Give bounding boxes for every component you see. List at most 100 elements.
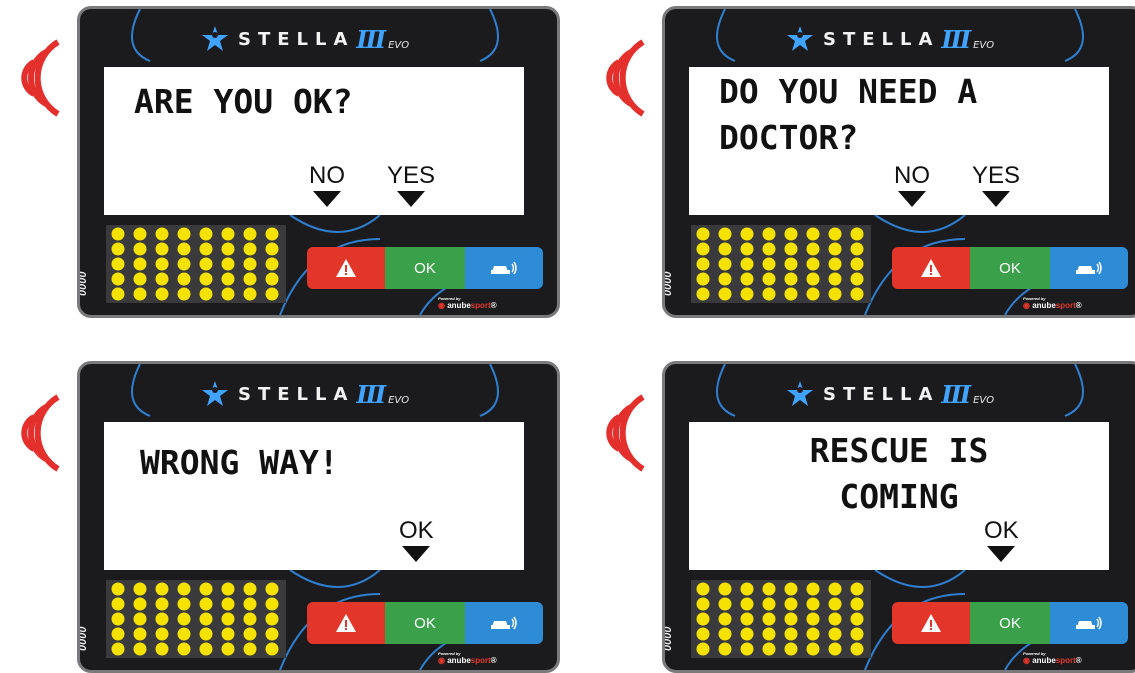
ok-button[interactable]: OK [970, 602, 1050, 644]
led-dot [828, 287, 842, 301]
led-dot [111, 257, 125, 271]
led-dot [718, 287, 732, 301]
led-dot [850, 272, 864, 286]
option-ok[interactable]: OK [399, 518, 434, 562]
brand-logo: STELLA III EVO [785, 376, 994, 412]
option-yes[interactable]: YES [387, 163, 435, 207]
led-dot [199, 287, 213, 301]
control-buttons: OK [307, 602, 543, 644]
car-button[interactable] [465, 247, 543, 289]
alert-button[interactable] [892, 602, 970, 644]
ok-button[interactable]: OK [970, 247, 1050, 289]
led-dot [265, 272, 279, 286]
led-dot [762, 627, 776, 641]
led-dot [111, 612, 125, 626]
led-dot [177, 597, 191, 611]
alert-button[interactable] [307, 247, 385, 289]
led-dot [265, 642, 279, 656]
control-buttons: OK [307, 247, 543, 289]
led-dot [265, 582, 279, 596]
led-dot [265, 257, 279, 271]
led-dot [177, 582, 191, 596]
led-dot [806, 272, 820, 286]
brand-logo: STELLA III EVO [200, 376, 409, 412]
control-buttons: OK [892, 602, 1128, 644]
alert-button[interactable] [307, 602, 385, 644]
led-dot [155, 257, 169, 271]
led-dot [762, 257, 776, 271]
led-dot [850, 642, 864, 656]
led-dot [828, 272, 842, 286]
arrow-down-icon [898, 191, 926, 207]
led-dot [133, 272, 147, 286]
brand-logo: STELLA III EVO [200, 21, 409, 57]
led-dot [155, 597, 169, 611]
led-dot [133, 227, 147, 241]
alert-button[interactable] [892, 247, 970, 289]
led-dot [111, 582, 125, 596]
led-dot [784, 257, 798, 271]
led-dot [806, 642, 820, 656]
led-dot [111, 597, 125, 611]
option-ok[interactable]: OK [984, 518, 1019, 562]
led-dot [762, 272, 776, 286]
ok-button[interactable]: OK [385, 247, 465, 289]
led-dot [762, 227, 776, 241]
led-dot [762, 582, 776, 596]
led-dot [740, 642, 754, 656]
car-signal-icon [491, 261, 517, 275]
led-dot [828, 227, 842, 241]
brand-edition: EVO [973, 39, 995, 51]
led-matrix [106, 225, 286, 303]
brand-name: STELLA [823, 28, 940, 50]
device-display: STELLA III EVO DO YOU NEED A DOCTOR? NO … [662, 6, 1135, 318]
led-dot [243, 612, 257, 626]
led-dot [177, 627, 191, 641]
led-dot [133, 612, 147, 626]
led-dot [243, 642, 257, 656]
led-dot [111, 627, 125, 641]
option-no[interactable]: NO [309, 163, 345, 207]
powered-by-logo: Powered by ◉ anubesport® [438, 651, 497, 665]
star-person-icon [202, 381, 228, 406]
option-yes[interactable]: YES [972, 163, 1020, 207]
led-dot [221, 257, 235, 271]
led-dot [850, 227, 864, 241]
car-button[interactable] [1050, 602, 1128, 644]
led-dot [718, 227, 732, 241]
led-dot [243, 242, 257, 256]
message-screen: WRONG WAY! OK [104, 422, 524, 570]
car-button[interactable] [1050, 247, 1128, 289]
led-dot [850, 242, 864, 256]
led-dot [806, 227, 820, 241]
led-dot [265, 227, 279, 241]
arrow-down-icon [987, 546, 1016, 562]
ok-button[interactable]: OK [385, 602, 465, 644]
led-dot [806, 612, 820, 626]
led-dot [199, 257, 213, 271]
panel-wrong-way: STELLA III EVO WRONG WAY! OK 0000 OK Pow… [0, 355, 560, 673]
car-signal-icon [491, 616, 517, 630]
led-dot [155, 627, 169, 641]
led-dot [806, 257, 820, 271]
led-dot [784, 287, 798, 301]
led-dot [740, 272, 754, 286]
led-dot [828, 612, 842, 626]
led-dot [784, 272, 798, 286]
brand-roman: III [356, 24, 386, 54]
led-dot [111, 287, 125, 301]
led-dot [696, 582, 710, 596]
control-buttons: OK [892, 247, 1128, 289]
led-dot [696, 627, 710, 641]
led-dot [718, 257, 732, 271]
option-no[interactable]: NO [894, 163, 930, 207]
led-dot [696, 612, 710, 626]
message-text: WRONG WAY! [140, 443, 339, 482]
car-button[interactable] [465, 602, 543, 644]
led-dot [177, 257, 191, 271]
led-dot [718, 627, 732, 641]
brand-name: STELLA [823, 383, 940, 405]
signal-waves-icon [606, 394, 645, 472]
led-dot [740, 612, 754, 626]
led-dot [850, 257, 864, 271]
